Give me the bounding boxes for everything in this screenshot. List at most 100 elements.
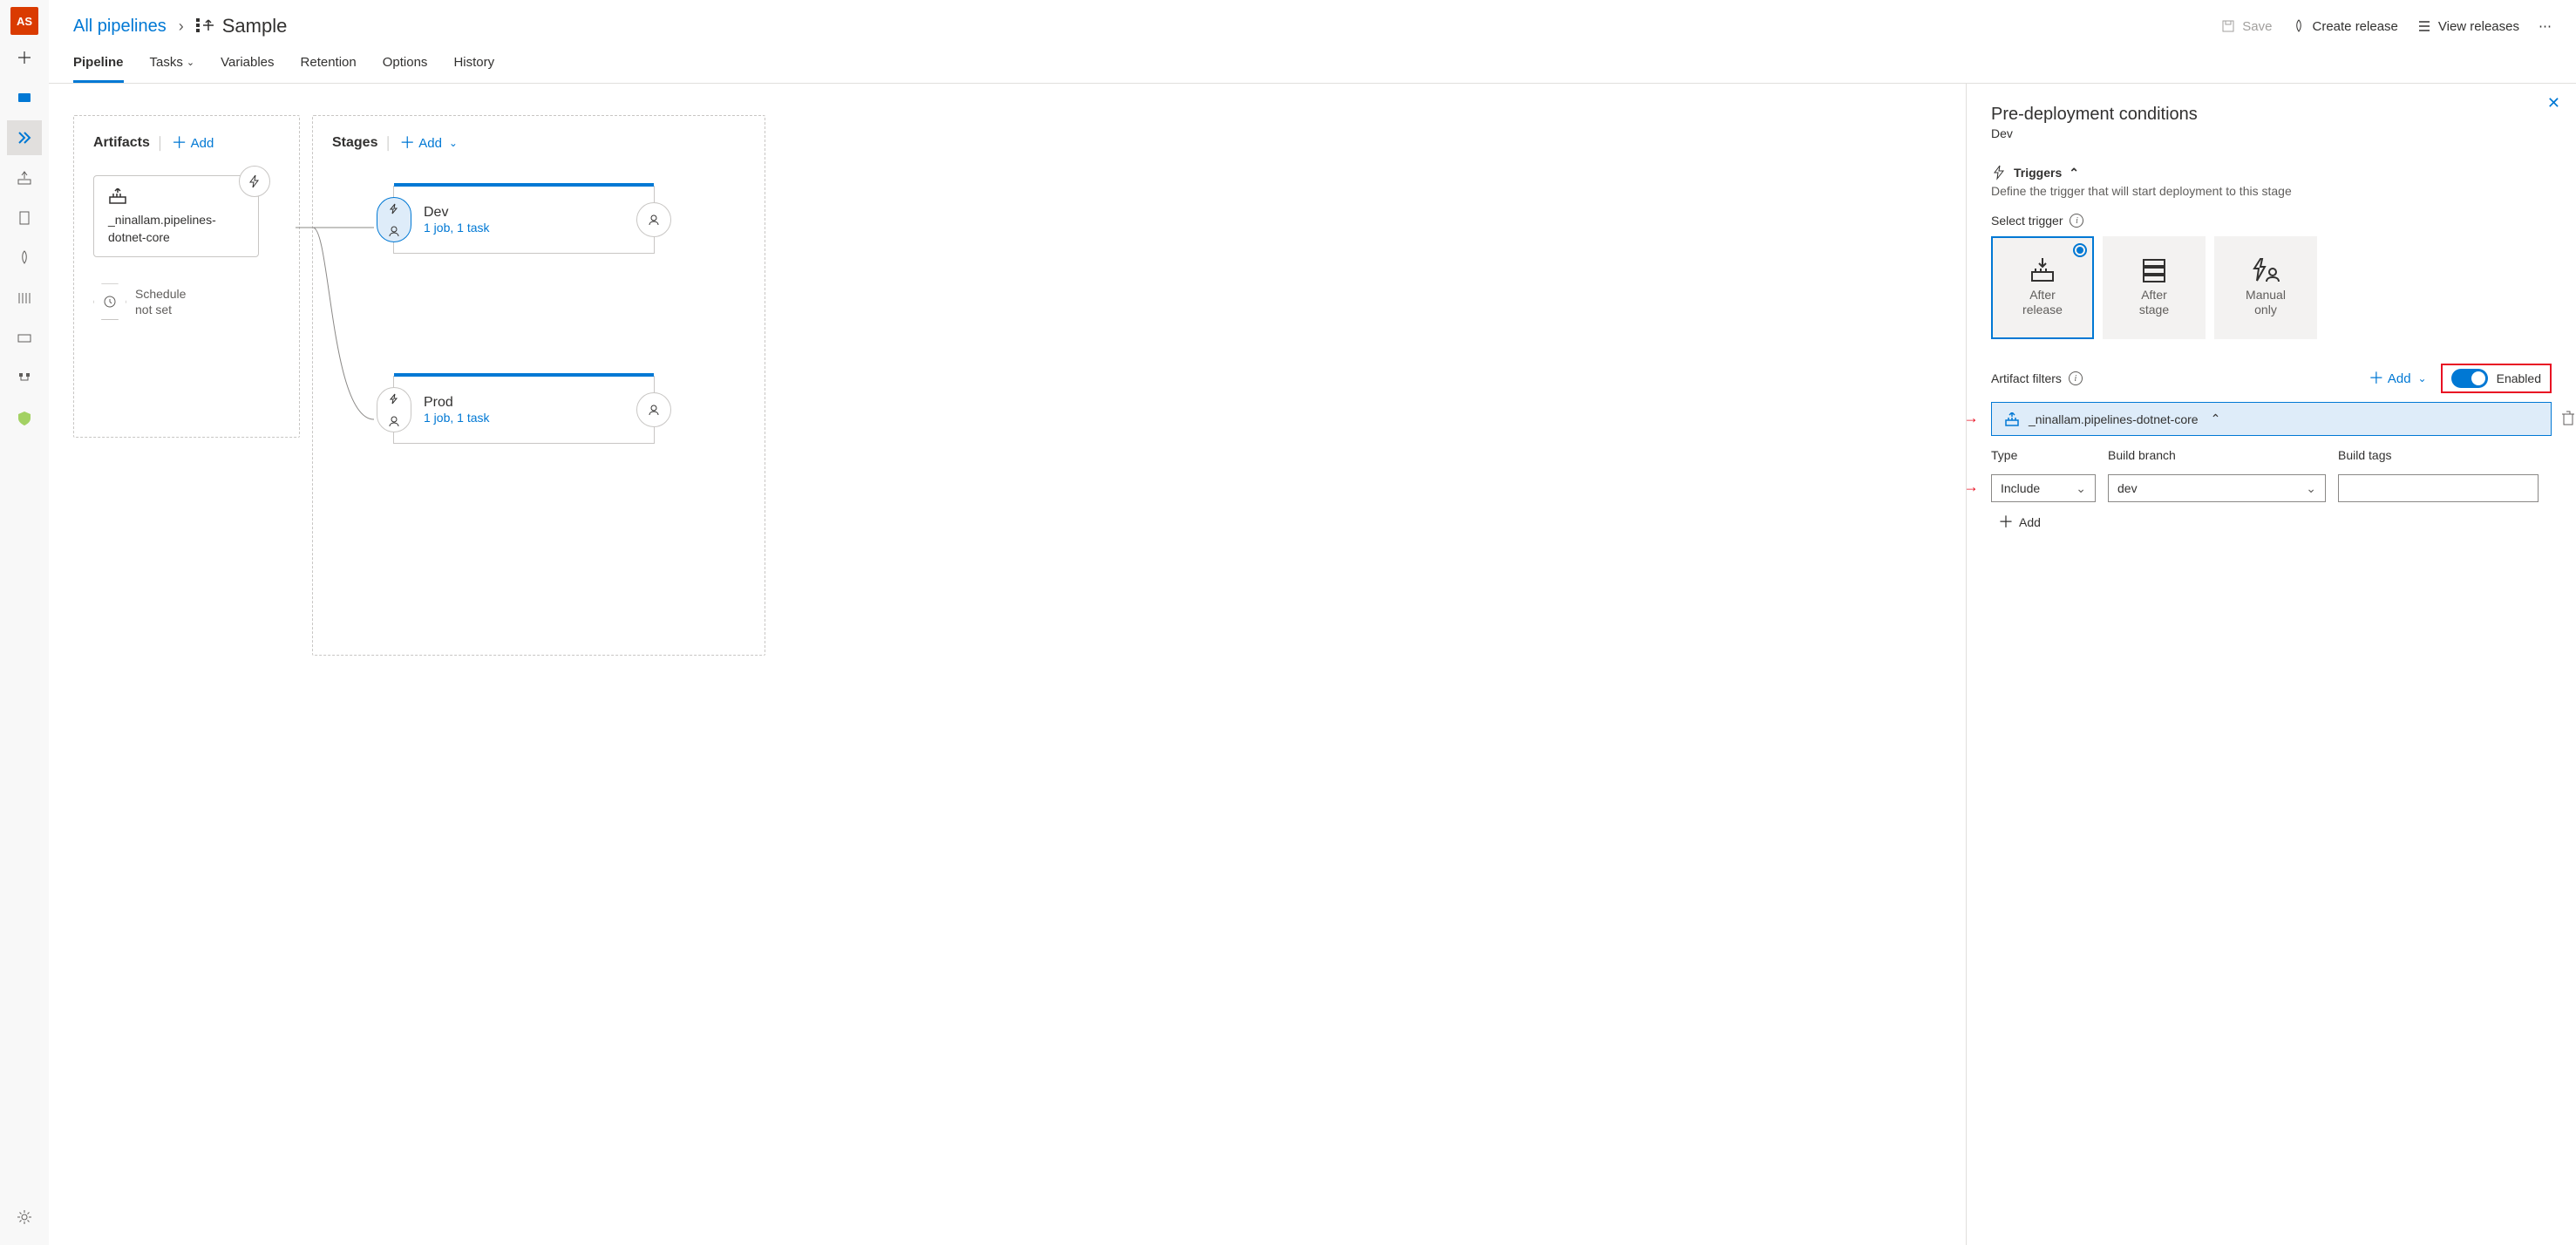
stage-card-prod[interactable]: Prod 1 job, 1 task [393, 376, 655, 444]
add-filter-row-button[interactable]: ＋ Add [1998, 514, 2552, 530]
tab-pipeline[interactable]: Pipeline [73, 44, 124, 83]
plus-icon: ＋ [1998, 514, 2014, 530]
pre-deployment-conditions-dev[interactable] [377, 197, 411, 242]
artifacts-panel: Artifacts │ ＋ Add _ninallam.pipelines-do… [73, 115, 300, 438]
enabled-indicator: Enabled [2441, 364, 2552, 393]
breadcrumb: All pipelines › Sample Save Create relea… [49, 0, 2576, 44]
pipeline-type-icon [196, 18, 214, 35]
chevron-down-icon: ⌄ [187, 57, 194, 68]
trigger-manual-only[interactable]: Manual only [2214, 236, 2317, 339]
stages-panel: Stages │ ＋ Add ⌄ [312, 115, 765, 656]
plus-icon: ＋ [399, 135, 415, 151]
triggers-heading: Triggers [2014, 166, 2062, 180]
panel-stage-name: Dev [1991, 126, 2552, 140]
boards-icon[interactable] [7, 80, 42, 115]
build-download-icon [2029, 258, 2056, 282]
stage-card-dev[interactable]: Dev 1 job, 1 task [393, 186, 655, 254]
stage-job-link[interactable]: 1 job, 1 task [424, 411, 490, 425]
environments-icon[interactable] [7, 201, 42, 235]
tab-history[interactable]: History [453, 44, 494, 83]
type-dropdown[interactable]: Include [1991, 474, 2096, 502]
more-button[interactable]: ⋯ [2539, 18, 2552, 34]
stages-title: Stages [332, 135, 377, 151]
branch-dropdown[interactable]: dev [2108, 474, 2326, 502]
shield-icon[interactable] [7, 401, 42, 436]
list-icon [2417, 19, 2431, 33]
schedule-status: Schedule not set [135, 286, 186, 317]
radio-selected-icon [2073, 243, 2087, 257]
build-icon [2004, 412, 2020, 426]
artifacts-title: Artifacts [93, 135, 150, 151]
pipeline-canvas: Artifacts │ ＋ Add _ninallam.pipelines-do… [49, 84, 1966, 1245]
tab-retention[interactable]: Retention [301, 44, 357, 83]
annotation-arrow-icon: → [1966, 409, 1979, 427]
triggers-description: Define the trigger that will start deplo… [1991, 184, 2552, 198]
info-icon[interactable]: i [2069, 371, 2083, 385]
delete-filter-button[interactable] [2561, 410, 2575, 428]
user-icon [648, 214, 660, 226]
add-icon[interactable] [7, 40, 42, 75]
tags-input[interactable] [2338, 474, 2539, 502]
library-icon[interactable] [7, 281, 42, 316]
post-deployment-conditions-dev[interactable] [636, 202, 671, 237]
add-stage-button[interactable]: ＋ Add ⌄ [399, 135, 458, 151]
branch-label: Build branch [2108, 448, 2326, 462]
add-artifact-filter-button[interactable]: ＋ Add ⌄ [2369, 371, 2427, 386]
save-button: Save [2221, 19, 2272, 34]
stage-job-link[interactable]: 1 job, 1 task [424, 221, 490, 235]
pipelines-icon[interactable] [7, 120, 42, 155]
chevron-down-icon: ⌄ [449, 137, 458, 149]
close-panel-button[interactable]: ✕ [2547, 94, 2560, 112]
artifact-filters-toggle[interactable] [2451, 369, 2488, 388]
breadcrumb-root-link[interactable]: All pipelines [73, 17, 167, 37]
select-trigger-label: Select trigger [1991, 214, 2063, 228]
bolt-icon [388, 203, 400, 215]
chevron-down-icon: ⌄ [2418, 372, 2427, 384]
continuous-deployment-trigger-button[interactable] [239, 166, 270, 197]
artifact-filter-dropdown[interactable]: _ninallam.pipelines-dotnet-core ⌃ [1991, 402, 2552, 436]
deployment-icon[interactable] [7, 361, 42, 396]
rocket-icon[interactable] [7, 241, 42, 276]
tab-tasks[interactable]: Tasks⌄ [150, 44, 195, 83]
chevron-up-icon: ⌃ [2211, 412, 2221, 426]
filter-artifact-name: _ninallam.pipelines-dotnet-core [2029, 412, 2199, 426]
tabs: Pipeline Tasks⌄ Variables Retention Opti… [49, 44, 2576, 84]
artifact-name: _ninallam.pipelines-dotnet-core [108, 212, 244, 246]
settings-icon[interactable] [7, 1200, 42, 1235]
plus-icon: ＋ [2369, 371, 2384, 386]
trigger-after-stage[interactable]: After stage [2103, 236, 2206, 339]
trigger-after-release[interactable]: After release [1991, 236, 2094, 339]
stage-name: Prod [424, 395, 490, 411]
add-artifact-button[interactable]: ＋ Add [172, 135, 214, 151]
info-icon[interactable]: i [2070, 214, 2083, 228]
create-release-button[interactable]: Create release [2292, 19, 2398, 34]
org-avatar[interactable]: AS [10, 7, 38, 35]
left-nav-rail: AS [0, 0, 49, 1245]
tab-variables[interactable]: Variables [221, 44, 274, 83]
chevron-right-icon: › [179, 17, 184, 36]
builds-icon[interactable] [7, 160, 42, 195]
stage-name: Dev [424, 205, 490, 221]
enabled-label: Enabled [2497, 371, 2541, 385]
bolt-icon [248, 174, 262, 188]
page-title: Sample [222, 15, 288, 37]
view-releases-button[interactable]: View releases [2417, 19, 2519, 34]
user-icon [388, 415, 400, 427]
type-label: Type [1991, 448, 2096, 462]
build-icon [108, 188, 127, 204]
save-icon [2221, 19, 2235, 33]
tab-options[interactable]: Options [383, 44, 428, 83]
bolt-icon [388, 393, 400, 405]
annotation-arrow-icon: → [1966, 478, 1979, 496]
chevron-up-icon[interactable]: ⌃ [2069, 166, 2079, 180]
pre-deployment-conditions-prod[interactable] [377, 387, 411, 432]
tags-label: Build tags [2338, 448, 2539, 462]
schedule-trigger-button[interactable] [93, 283, 126, 320]
post-deployment-conditions-prod[interactable] [636, 392, 671, 427]
rocket-icon [2292, 19, 2306, 33]
plus-icon: ＋ [172, 135, 187, 151]
taskgroups-icon[interactable] [7, 321, 42, 356]
clock-icon [103, 295, 117, 309]
artifact-card[interactable]: _ninallam.pipelines-dotnet-core [93, 175, 259, 257]
bolt-user-icon [2252, 258, 2280, 282]
